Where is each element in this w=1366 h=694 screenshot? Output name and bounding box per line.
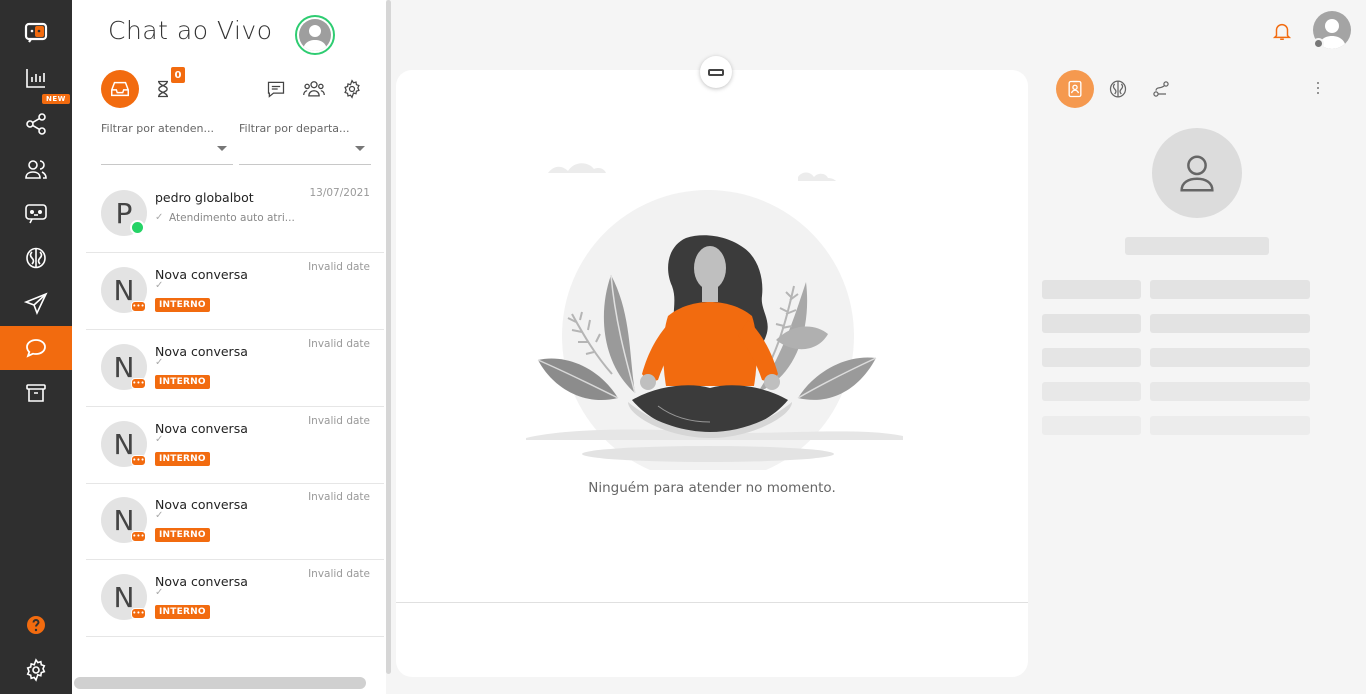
chevron-down-icon <box>217 146 227 151</box>
contact-info-tab[interactable] <box>1056 70 1094 108</box>
collapse-panel-button[interactable] <box>700 56 732 88</box>
conversation-name: pedro globalbot <box>155 190 254 205</box>
inbox-icon <box>111 81 129 97</box>
users-icon[interactable] <box>0 147 72 191</box>
queue-count-badge: 0 <box>171 67 185 83</box>
skeleton-label <box>1042 348 1141 367</box>
internal-chat-icon: ••• <box>131 301 146 312</box>
double-check-icon: ✓ <box>155 357 164 368</box>
archive-box-icon[interactable] <box>0 371 72 415</box>
skeleton-value <box>1150 314 1310 333</box>
meditation-illustration <box>526 163 903 470</box>
collapse-icon <box>708 68 724 76</box>
vertical-scrollbar[interactable] <box>386 0 391 674</box>
internal-chat-icon: ••• <box>131 531 146 542</box>
route-icon <box>1153 81 1169 97</box>
agent-filter-label: Filtrar por atenden... <box>101 122 214 135</box>
conversation-panel: Chat ao Vivo 0 Filtrar por atenden... Fi… <box>72 0 391 694</box>
agent-avatar[interactable] <box>295 15 335 55</box>
user-icon <box>1180 155 1214 192</box>
conversation-item[interactable]: N ••• Nova conversa Invalid date ✓ INTER… <box>86 330 384 407</box>
conversation-item[interactable]: N ••• Nova conversa Invalid date ✓ INTER… <box>86 483 384 560</box>
paper-plane-icon[interactable] <box>0 282 72 326</box>
bell-icon[interactable] <box>1271 20 1293 42</box>
skeleton-label <box>1042 382 1141 401</box>
settings-icon[interactable] <box>339 76 365 102</box>
internal-badge: INTERNO <box>155 605 210 619</box>
conversation-name: Nova conversa <box>155 497 248 512</box>
more-options-icon[interactable] <box>1314 80 1322 96</box>
empty-state-text: Ninguém para atender no momento. <box>588 480 836 496</box>
skeleton-name <box>1125 237 1269 255</box>
chevron-down-icon <box>355 146 365 151</box>
conversation-date: 13/07/2021 <box>309 187 370 199</box>
user-status-indicator <box>1313 38 1324 49</box>
chat-area: Ninguém para atender no momento. <box>396 70 1028 677</box>
conversation-preview: Atendimento auto atri... <box>169 212 295 224</box>
double-check-icon: ✓ <box>155 280 164 291</box>
bot-chat-icon[interactable] <box>0 191 72 235</box>
page-title: Chat ao Vivo <box>108 16 273 45</box>
agent-filter-select[interactable]: Filtrar por atenden... <box>101 120 233 165</box>
conversation-name: Nova conversa <box>155 421 248 436</box>
conversation-date: Invalid date <box>308 415 370 427</box>
whatsapp-icon <box>130 220 145 235</box>
internal-badge: INTERNO <box>155 528 210 542</box>
conversation-name: Nova conversa <box>155 267 248 282</box>
conversation-date: Invalid date <box>308 338 370 350</box>
help-icon[interactable] <box>0 603 72 647</box>
contact-card-icon <box>1068 80 1082 98</box>
horizontal-scrollbar[interactable] <box>74 677 366 689</box>
conversation-name: Nova conversa <box>155 574 248 589</box>
skeleton-label <box>1042 314 1141 333</box>
brain-icon <box>1109 80 1127 98</box>
message-icon[interactable] <box>263 76 289 102</box>
gear-icon[interactable] <box>0 648 72 692</box>
skeleton-value <box>1150 348 1310 367</box>
conversation-date: Invalid date <box>308 261 370 273</box>
ai-tab[interactable] <box>1099 70 1137 108</box>
double-check-icon: ✓ <box>155 587 164 598</box>
journey-tab[interactable] <box>1142 70 1180 108</box>
brain-icon[interactable] <box>0 236 72 280</box>
skeleton-label <box>1042 280 1141 299</box>
internal-chat-icon: ••• <box>131 455 146 466</box>
conversation-item[interactable]: N ••• Nova conversa Invalid date ✓ INTER… <box>86 407 384 484</box>
skeleton-value <box>1150 280 1310 299</box>
internal-badge: INTERNO <box>155 298 210 312</box>
conversation-date: Invalid date <box>308 491 370 503</box>
new-badge: NEW <box>42 94 70 104</box>
hourglass-icon <box>158 80 168 98</box>
main-nav: NEW <box>0 0 72 694</box>
skeleton-label <box>1042 416 1141 435</box>
double-check-icon: ✓ <box>155 434 164 445</box>
department-filter-label: Filtrar por departa... <box>239 122 350 135</box>
internal-chat-icon: ••• <box>131 608 146 619</box>
internal-chat-icon: ••• <box>131 378 146 389</box>
department-filter-select[interactable]: Filtrar por departa... <box>239 120 371 165</box>
logo-icon[interactable] <box>0 10 72 54</box>
chat-input-divider <box>396 602 1028 603</box>
internal-badge: INTERNO <box>155 375 210 389</box>
conversation-item[interactable]: P pedro globalbot 13/07/2021 ✓ Atendimen… <box>86 176 384 253</box>
internal-badge: INTERNO <box>155 452 210 466</box>
conversation-item[interactable]: N ••• Nova conversa Invalid date ✓ INTER… <box>86 253 384 330</box>
skeleton-value <box>1150 382 1310 401</box>
skeleton-value <box>1150 416 1310 435</box>
group-icon[interactable] <box>301 76 327 102</box>
share-nodes-icon[interactable]: NEW <box>0 94 72 146</box>
chat-bubble-icon[interactable] <box>0 326 72 370</box>
double-check-icon: ✓ <box>155 510 164 521</box>
conversation-date: Invalid date <box>308 568 370 580</box>
inbox-tab[interactable] <box>101 70 139 108</box>
double-check-icon: ✓ <box>155 212 164 223</box>
contact-profile-avatar <box>1152 128 1242 218</box>
conversation-item[interactable]: N ••• Nova conversa Invalid date ✓ INTER… <box>86 560 384 637</box>
conversation-name: Nova conversa <box>155 344 248 359</box>
